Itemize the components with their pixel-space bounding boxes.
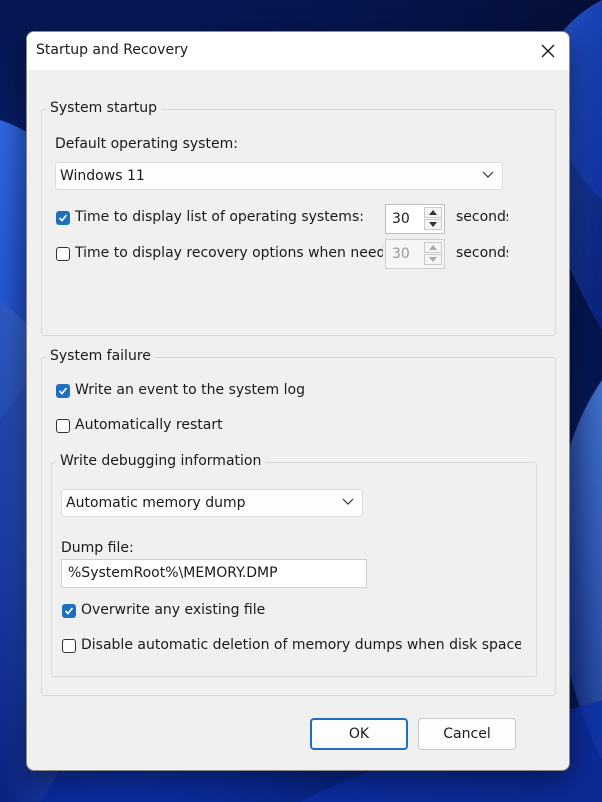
default-os-value: Windows 11: [60, 168, 145, 184]
display-list-unit: seconds: [456, 209, 508, 225]
display-list-label: Time to display list of operating system…: [75, 209, 364, 225]
debugging-legend: Write debugging information: [56, 453, 266, 469]
checkmark-icon: [58, 214, 68, 222]
default-os-label: Default operating system:: [55, 136, 238, 152]
display-recovery-unit: seconds: [456, 245, 508, 261]
arrow-down-icon: [429, 257, 437, 262]
spin-up-button[interactable]: [424, 242, 442, 253]
arrow-up-icon: [429, 245, 437, 250]
disable-auto-delete-checkbox[interactable]: [62, 639, 76, 653]
arrow-up-icon: [429, 210, 437, 215]
write-event-label: Write an event to the system log: [75, 382, 305, 398]
close-button[interactable]: [527, 32, 569, 70]
dump-file-input[interactable]: %SystemRoot%\MEMORY.DMP: [61, 559, 367, 588]
display-recovery-label: Time to display recovery options when ne…: [75, 245, 383, 261]
display-list-value: 30: [392, 211, 410, 227]
write-event-checkbox[interactable]: [56, 384, 70, 398]
arrow-down-icon: [429, 222, 437, 227]
close-icon: [541, 44, 555, 58]
display-recovery-checkbox[interactable]: [56, 247, 70, 261]
dump-type-value: Automatic memory dump: [66, 495, 246, 511]
spin-down-button[interactable]: [424, 254, 442, 265]
default-os-select[interactable]: Windows 11: [55, 162, 503, 190]
system-failure-legend: System failure: [46, 348, 155, 364]
dump-type-select[interactable]: Automatic memory dump: [61, 489, 363, 517]
checkmark-icon: [64, 607, 74, 615]
ok-button[interactable]: OK: [310, 718, 408, 750]
cancel-button[interactable]: Cancel: [418, 718, 516, 750]
auto-restart-label: Automatically restart: [75, 417, 223, 433]
window-title: Startup and Recovery: [36, 42, 189, 58]
disable-auto-delete-label: Disable automatic deletion of memory dum…: [81, 637, 521, 653]
chevron-down-icon: [482, 171, 494, 178]
display-recovery-spinner[interactable]: 30: [385, 239, 445, 269]
display-list-checkbox[interactable]: [56, 211, 70, 225]
system-startup-legend: System startup: [46, 100, 162, 116]
chevron-down-icon: [342, 498, 354, 505]
spin-up-button[interactable]: [424, 207, 442, 218]
checkmark-icon: [58, 387, 68, 395]
dump-file-label: Dump file:: [61, 540, 134, 556]
display-recovery-value: 30: [392, 246, 410, 262]
spin-down-button[interactable]: [424, 219, 442, 230]
auto-restart-checkbox[interactable]: [56, 419, 70, 433]
startup-recovery-dialog: Startup and Recovery System startup Defa…: [26, 31, 570, 771]
display-list-spinner[interactable]: 30: [385, 204, 445, 234]
overwrite-checkbox[interactable]: [62, 604, 76, 618]
title-bar: Startup and Recovery: [27, 32, 569, 70]
overwrite-label: Overwrite any existing file: [81, 602, 266, 618]
